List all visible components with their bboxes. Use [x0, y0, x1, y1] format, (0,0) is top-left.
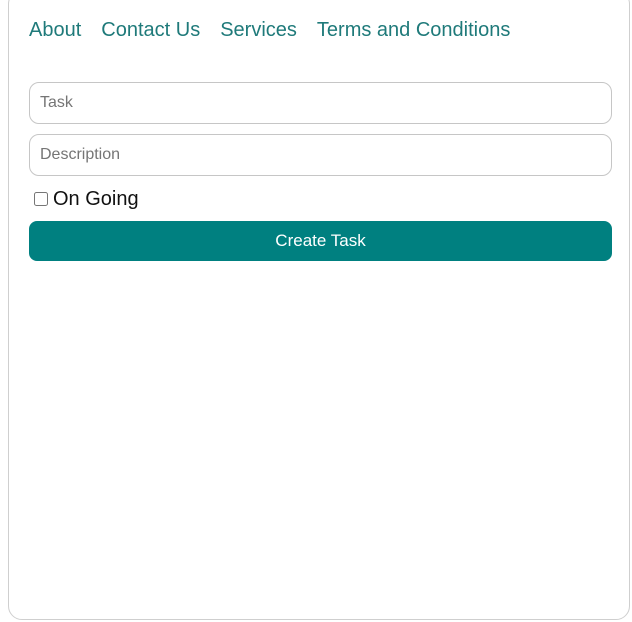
- nav-link-contact-us[interactable]: Contact Us: [101, 17, 200, 43]
- description-input[interactable]: [29, 134, 612, 176]
- create-task-button[interactable]: Create Task: [29, 221, 612, 261]
- ongoing-label[interactable]: On Going: [53, 187, 139, 211]
- task-input[interactable]: [29, 82, 612, 124]
- ongoing-row: On Going: [34, 187, 139, 211]
- ongoing-checkbox[interactable]: [34, 192, 48, 206]
- top-nav: About Contact Us Services Terms and Cond…: [29, 17, 510, 43]
- nav-link-services[interactable]: Services: [220, 17, 297, 43]
- nav-link-about[interactable]: About: [29, 17, 81, 43]
- nav-link-terms-and-conditions[interactable]: Terms and Conditions: [317, 17, 510, 43]
